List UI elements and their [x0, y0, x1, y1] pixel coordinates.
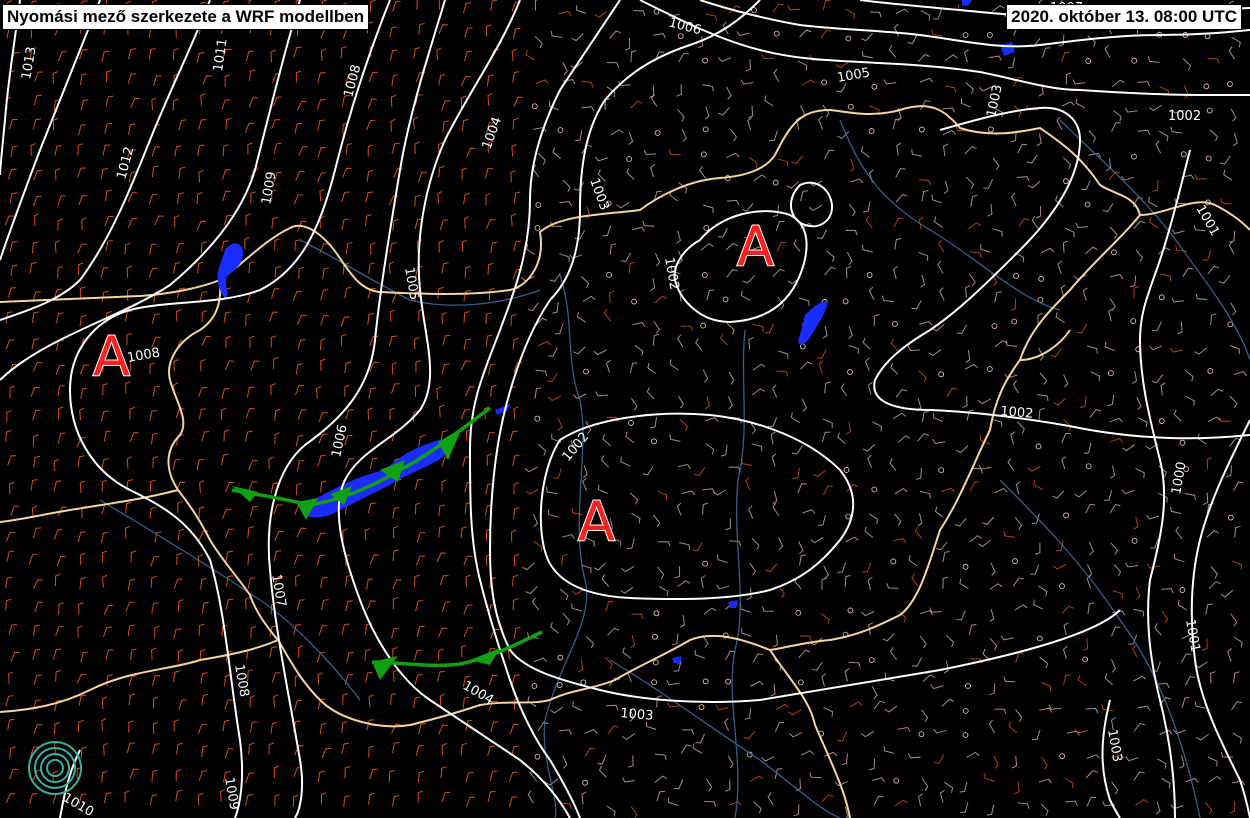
isobar-label: 1003 — [620, 706, 654, 724]
high-pressure-center-west: A — [93, 325, 130, 388]
weather-map: 1013 1011 1012 1009 1008 1008 1007 1006 … — [0, 0, 1250, 818]
map-datetime: 2020. október 13. 08:00 UTC — [1006, 4, 1242, 30]
high-pressure-center-central: A — [578, 490, 615, 553]
isobar-label: 1002 — [1000, 404, 1034, 422]
map-title: Nyomási mező szerkezete a WRF modellben — [2, 4, 370, 30]
isobar-label: 1002 — [1168, 109, 1201, 124]
high-pressure-center-northeast: A — [737, 215, 774, 278]
